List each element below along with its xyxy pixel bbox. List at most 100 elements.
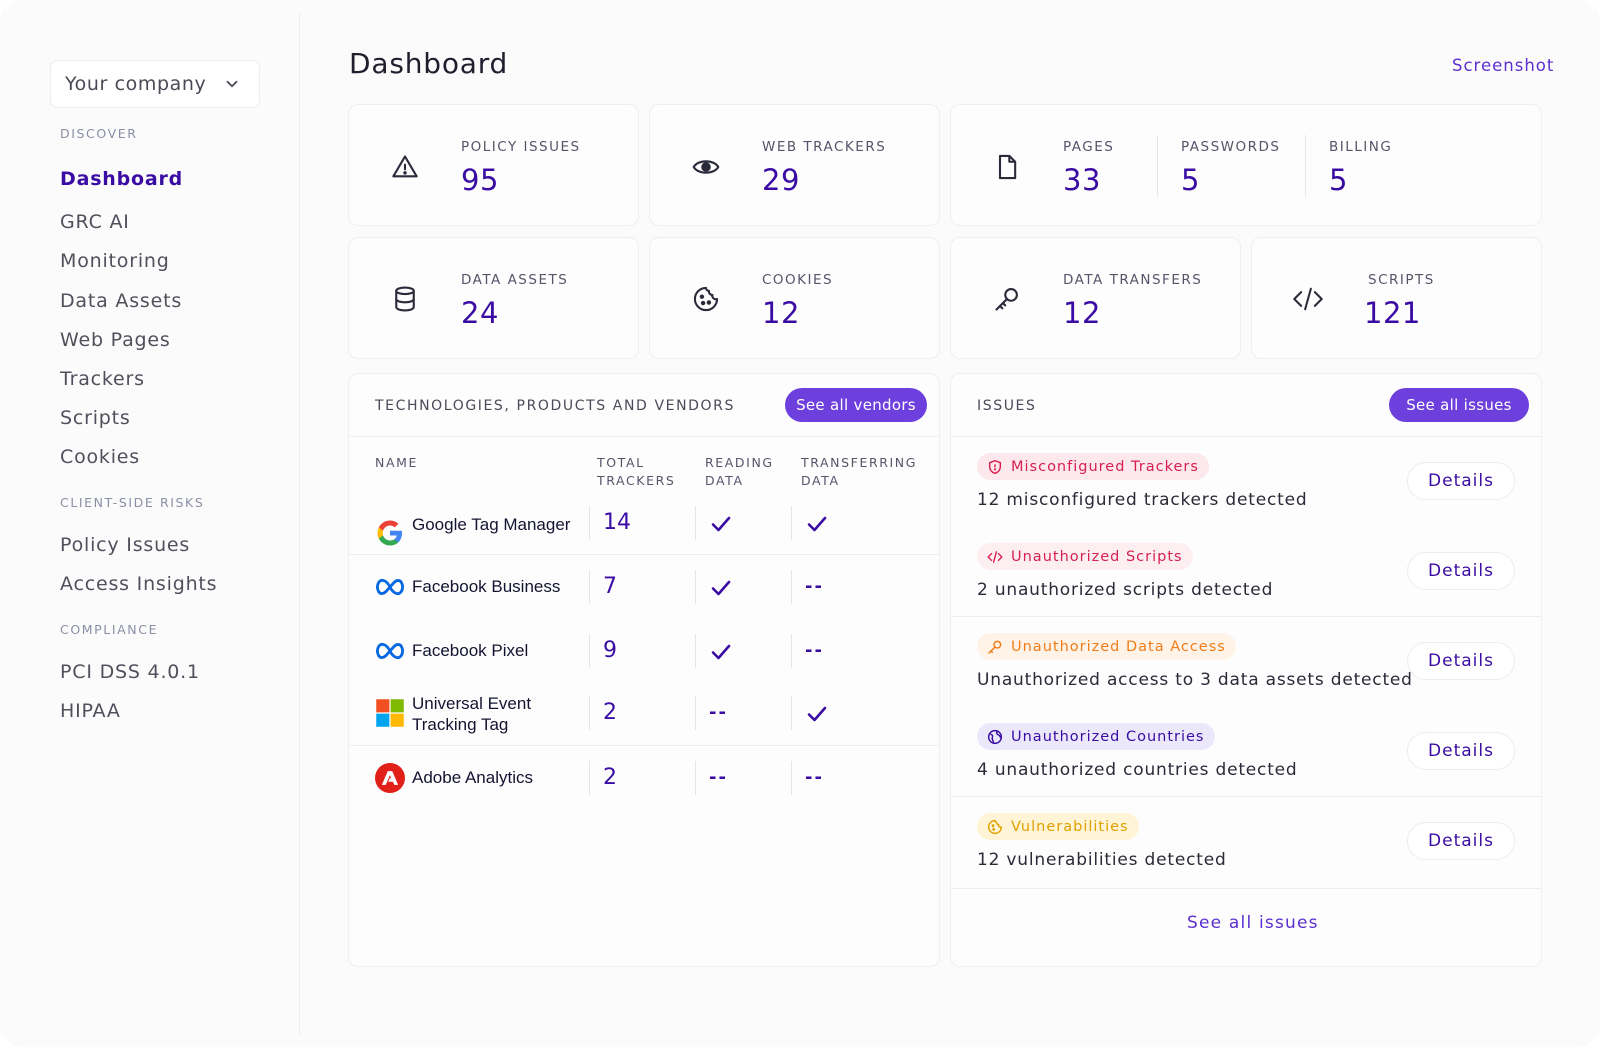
vendor-name: Adobe Analytics bbox=[412, 768, 533, 787]
adobe-logo-icon bbox=[375, 763, 405, 793]
divider bbox=[1157, 135, 1158, 197]
check-icon bbox=[711, 644, 731, 660]
divider bbox=[1305, 135, 1306, 197]
empty-value: -- bbox=[805, 640, 824, 661]
stat-label: SCRIPTS bbox=[1368, 272, 1435, 288]
sidebar-item-cookies[interactable]: Cookies bbox=[60, 446, 140, 468]
divider bbox=[589, 506, 590, 540]
stat-card-policy-issues[interactable]: POLICY ISSUES 95 bbox=[348, 104, 639, 226]
issue-description: 2 unauthorized scripts detected bbox=[977, 580, 1274, 600]
divider bbox=[695, 570, 696, 604]
page-title: Dashboard bbox=[349, 47, 509, 80]
screenshot-link[interactable]: Screenshot bbox=[1452, 56, 1554, 75]
empty-value: -- bbox=[805, 767, 824, 788]
divider bbox=[589, 570, 590, 604]
globe-icon bbox=[987, 729, 1003, 744]
vendor-name: Facebook Pixel bbox=[412, 641, 529, 660]
stat-value: 5 bbox=[1329, 163, 1348, 197]
stat-value: 95 bbox=[461, 163, 499, 197]
details-button[interactable]: Details bbox=[1407, 732, 1515, 770]
stat-card-web-trackers[interactable]: WEB TRACKERS 29 bbox=[649, 104, 940, 226]
tracker-count: 9 bbox=[603, 638, 617, 663]
check-icon bbox=[711, 516, 731, 532]
sidebar: Your company DISCOVER Dashboard GRC AI M… bbox=[0, 14, 300, 1034]
sidebar-item-pci-dss[interactable]: PCI DSS 4.0.1 bbox=[60, 661, 200, 683]
divider bbox=[695, 634, 696, 668]
issue-tag-label: Unauthorized Data Access bbox=[1011, 638, 1226, 655]
eye-icon bbox=[692, 160, 720, 174]
google-logo-icon bbox=[377, 520, 402, 546]
issue-tag-label: Unauthorized Scripts bbox=[1011, 548, 1183, 565]
vendor-name-line: Universal Event bbox=[412, 694, 532, 713]
column-header-transferring-data[interactable]: TRANSFERRING DATA bbox=[801, 454, 917, 490]
tracker-count: 2 bbox=[603, 765, 617, 790]
column-header-total-trackers[interactable]: TOTAL TRACKERS bbox=[597, 454, 675, 490]
sidebar-item-monitoring[interactable]: Monitoring bbox=[60, 250, 170, 272]
sidebar-item-dashboard[interactable]: Dashboard bbox=[60, 168, 183, 190]
stat-card-scripts[interactable]: SCRIPTS 121 bbox=[1251, 237, 1542, 359]
tracker-count: 14 bbox=[603, 510, 631, 535]
issue-tag-unauthorized-scripts[interactable]: Unauthorized Scripts bbox=[977, 543, 1193, 570]
stat-label: COOKIES bbox=[762, 272, 834, 288]
see-all-issues-button[interactable]: See all issues bbox=[1389, 388, 1529, 422]
issue-description: 12 vulnerabilities detected bbox=[977, 850, 1227, 870]
issue-tag-vulnerabilities[interactable]: Vulnerabilities bbox=[977, 813, 1139, 840]
section-label-compliance: COMPLIANCE bbox=[60, 622, 159, 637]
company-selector[interactable]: Your company bbox=[50, 60, 260, 108]
sidebar-item-hipaa[interactable]: HIPAA bbox=[60, 700, 121, 722]
stat-card-data-transfers[interactable]: DATA TRANSFERS 12 bbox=[950, 237, 1241, 359]
sidebar-item-trackers[interactable]: Trackers bbox=[60, 368, 145, 390]
chevron-down-icon bbox=[226, 80, 238, 88]
details-button[interactable]: Details bbox=[1407, 552, 1515, 590]
sidebar-item-scripts[interactable]: Scripts bbox=[60, 407, 131, 429]
document-icon bbox=[998, 154, 1017, 180]
divider bbox=[791, 634, 792, 668]
tracker-count: 2 bbox=[603, 700, 617, 725]
see-all-issues-link[interactable]: See all issues bbox=[1187, 913, 1319, 933]
details-button[interactable]: Details bbox=[1407, 642, 1515, 680]
sidebar-item-grc-ai[interactable]: GRC AI bbox=[60, 211, 130, 233]
vendor-name: Facebook Business bbox=[412, 577, 561, 596]
sidebar-item-data-assets[interactable]: Data Assets bbox=[60, 290, 182, 312]
column-header-line: DATA bbox=[801, 473, 840, 488]
divider bbox=[791, 761, 792, 795]
details-button[interactable]: Details bbox=[1407, 822, 1515, 860]
cookie-icon bbox=[693, 286, 719, 312]
issue-tag-label: Vulnerabilities bbox=[1011, 818, 1129, 835]
company-selector-label: Your company bbox=[65, 73, 207, 95]
app-window: Your company DISCOVER Dashboard GRC AI M… bbox=[0, 0, 1600, 1047]
section-label-discover: DISCOVER bbox=[60, 126, 138, 141]
stat-label: POLICY ISSUES bbox=[461, 139, 581, 155]
divider bbox=[695, 696, 696, 730]
issue-tag-label: Misconfigured Trackers bbox=[1011, 458, 1199, 475]
stat-value: 33 bbox=[1063, 163, 1101, 197]
panel-title: ISSUES bbox=[977, 398, 1037, 414]
divider bbox=[951, 616, 1541, 617]
issue-description: Unauthorized access to 3 data assets det… bbox=[977, 670, 1413, 690]
empty-value: -- bbox=[709, 767, 728, 788]
see-all-vendors-button[interactable]: See all vendors bbox=[785, 388, 927, 422]
column-header-line: TOTAL bbox=[597, 455, 645, 470]
sidebar-item-access-insights[interactable]: Access Insights bbox=[60, 573, 217, 595]
issue-tag-misconfigured-trackers[interactable]: Misconfigured Trackers bbox=[977, 453, 1209, 480]
stat-card-cookies[interactable]: COOKIES 12 bbox=[649, 237, 940, 359]
details-button[interactable]: Details bbox=[1407, 462, 1515, 500]
divider bbox=[349, 436, 939, 437]
stat-value: 121 bbox=[1364, 296, 1421, 330]
empty-value: -- bbox=[805, 576, 824, 597]
column-header-reading-data[interactable]: READING DATA bbox=[705, 454, 774, 490]
stat-label: BILLING bbox=[1329, 139, 1393, 155]
key-icon bbox=[995, 288, 1018, 311]
issue-description: 4 unauthorized countries detected bbox=[977, 760, 1298, 780]
stat-card-pages[interactable]: PAGES 33 PASSWORDS 5 BILLING 5 bbox=[950, 104, 1542, 226]
issue-tag-unauthorized-data-access[interactable]: Unauthorized Data Access bbox=[977, 633, 1236, 660]
meta-logo-icon bbox=[376, 642, 404, 660]
stat-card-data-assets[interactable]: DATA ASSETS 24 bbox=[348, 237, 639, 359]
issue-tag-unauthorized-countries[interactable]: Unauthorized Countries bbox=[977, 723, 1215, 750]
column-header-name[interactable]: NAME bbox=[375, 454, 418, 472]
sidebar-item-policy-issues[interactable]: Policy Issues bbox=[60, 534, 190, 556]
column-header-line: DATA bbox=[705, 473, 744, 488]
column-header-line: TRACKERS bbox=[597, 473, 676, 488]
vendors-panel: TECHNOLOGIES, PRODUCTS AND VENDORS See a… bbox=[348, 373, 940, 967]
sidebar-item-web-pages[interactable]: Web Pages bbox=[60, 329, 171, 351]
